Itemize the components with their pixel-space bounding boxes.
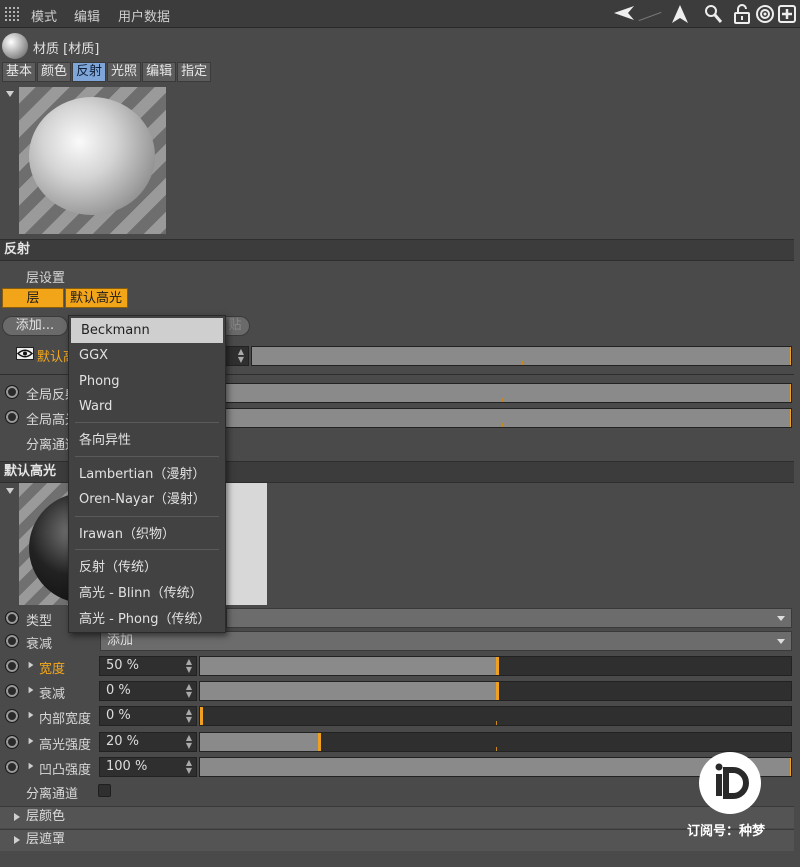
popup-item-blinn-legacy[interactable]: 高光 - Blinn（传统） — [69, 581, 225, 606]
width-slider[interactable] — [199, 656, 792, 676]
attenuation-radio[interactable] — [5, 634, 19, 648]
layer-opacity-field[interactable]: ▲ ▼ — [222, 346, 249, 366]
layer-mask-label: 层遮罩 — [26, 832, 66, 847]
add-box-icon[interactable] — [777, 4, 797, 24]
global-spec-radio[interactable] — [5, 410, 19, 424]
bump-strength-label: 凹凸强度 — [39, 763, 92, 778]
popup-item-anisotropic[interactable]: 各向异性 — [69, 428, 225, 453]
target-icon[interactable] — [755, 4, 775, 24]
expand-triangle-icon — [14, 836, 20, 844]
popup-separator — [75, 549, 219, 550]
expand-triangle-icon[interactable] — [28, 737, 34, 745]
add-layer-button[interactable]: 添加... — [2, 316, 68, 336]
tab-bar: 基本 颜色 反射 光照 编辑 指定 — [2, 62, 212, 82]
popup-item-beckmann[interactable]: Beckmann — [71, 318, 223, 343]
expand-triangle-icon[interactable] — [28, 711, 34, 719]
layer-color-label: 层颜色 — [26, 809, 66, 824]
layer-settings-label: 层设置 — [26, 271, 66, 286]
preview-sphere — [29, 97, 155, 215]
popup-separator — [75, 516, 219, 517]
layer-tab-button[interactable]: 层 — [2, 288, 64, 308]
menu-user-data[interactable]: 用户数据 — [118, 6, 170, 25]
falloff-field[interactable]: 0 % ▲ ▼ — [99, 681, 197, 701]
inner-width-slider[interactable] — [199, 706, 792, 726]
tab-lighting[interactable]: 光照 — [107, 62, 142, 82]
back-arrow-icon[interactable] — [612, 4, 634, 24]
menu-edit[interactable]: 编辑 — [74, 6, 100, 25]
popup-item-lambertian[interactable]: Lambertian（漫射） — [69, 462, 225, 487]
popup-item-irawan[interactable]: Irawan（织物） — [69, 522, 225, 547]
popup-item-ward[interactable]: Ward — [69, 394, 225, 419]
popup-item-phong-legacy[interactable]: 高光 - Phong（传统） — [69, 607, 225, 632]
layer-mask-group[interactable]: 层遮罩 — [0, 829, 794, 851]
eye-visibility-icon[interactable] — [16, 347, 34, 360]
width-radio[interactable] — [5, 659, 19, 673]
tab-edit[interactable]: 编辑 — [142, 62, 177, 82]
attenuation-label: 衰减 — [26, 637, 53, 652]
inner-width-field[interactable]: 0 % ▲ ▼ — [99, 706, 197, 726]
menu-mode[interactable]: 模式 — [31, 6, 57, 25]
watermark-text: 订阅号：种梦 — [687, 824, 766, 839]
global-spec-slider[interactable] — [225, 408, 792, 428]
menu-bar: 模式 编辑 用户数据 — [0, 0, 800, 28]
attenuation-value: 添加 — [107, 633, 134, 648]
grid-icon[interactable] — [4, 6, 20, 22]
global-reflect-radio[interactable] — [5, 385, 19, 399]
tab-reflection[interactable]: 反射 — [72, 62, 107, 82]
popup-separator — [75, 422, 219, 423]
spec-strength-slider[interactable] — [199, 732, 792, 752]
layer-color-group[interactable]: 层颜色 — [0, 806, 794, 828]
spec-strength-label: 高光强度 — [39, 738, 92, 753]
inner-width-radio[interactable] — [5, 709, 19, 723]
specular-type-popup-menu: Beckmann GGX Phong Ward 各向异性 Lambertian（… — [68, 315, 226, 633]
falloff-slider[interactable] — [199, 681, 792, 701]
material-title: 材质 [材质] — [33, 42, 100, 57]
spec-strength-radio[interactable] — [5, 735, 19, 749]
chevron-down-icon — [777, 639, 785, 644]
popup-item-ggx[interactable]: GGX — [69, 343, 225, 368]
expand-triangle-icon[interactable] — [28, 686, 34, 694]
falloff-radio[interactable] — [5, 684, 19, 698]
popup-item-reflect-legacy[interactable]: 反射（传统） — [69, 555, 225, 580]
lock-icon[interactable] — [732, 4, 752, 24]
bump-strength-radio[interactable] — [5, 760, 19, 774]
divider-line — [638, 11, 662, 22]
type-label: 类型 — [26, 614, 53, 629]
inner-width-label: 内部宽度 — [39, 712, 92, 727]
bump-strength-field[interactable]: 100 % ▲ ▼ — [99, 757, 197, 777]
spec-strength-field[interactable]: 20 % ▲ ▼ — [99, 732, 197, 752]
reflection-section-header: 反射 — [0, 239, 794, 261]
separate-pass-checkbox[interactable] — [98, 784, 111, 797]
type-radio[interactable] — [5, 611, 19, 625]
width-label: 宽度 — [39, 662, 66, 677]
popup-item-oren-nayar[interactable]: Oren-Nayar（漫射） — [69, 487, 225, 512]
tab-color[interactable]: 颜色 — [37, 62, 72, 82]
type-dropdown[interactable] — [226, 608, 792, 628]
falloff-label: 衰减 — [39, 687, 66, 702]
popup-item-phong[interactable]: Phong — [69, 369, 225, 394]
global-reflect-slider[interactable] — [225, 383, 792, 403]
collapse-triangle-icon[interactable] — [6, 488, 14, 494]
layer-opacity-slider[interactable] — [251, 346, 792, 366]
material-sphere-icon — [2, 33, 28, 59]
collapse-triangle-icon[interactable] — [6, 91, 14, 97]
watermark-logo — [699, 752, 761, 814]
expand-triangle-icon[interactable] — [28, 661, 34, 669]
popup-separator — [75, 456, 219, 457]
separate-pass-label-2: 分离通道 — [26, 787, 79, 802]
chevron-down-icon — [777, 616, 785, 621]
default-specular-tab-button[interactable]: 默认高光 — [65, 288, 128, 308]
attenuation-dropdown[interactable]: 添加 — [100, 631, 792, 651]
cursor-up-icon[interactable] — [670, 4, 690, 24]
width-field[interactable]: 50 % ▲ ▼ — [99, 656, 197, 676]
tab-assign[interactable]: 指定 — [177, 62, 212, 82]
search-icon[interactable] — [703, 4, 723, 24]
tab-basic[interactable]: 基本 — [2, 62, 37, 82]
expand-triangle-icon — [14, 813, 20, 821]
material-preview — [19, 87, 166, 234]
expand-triangle-icon[interactable] — [28, 762, 34, 770]
